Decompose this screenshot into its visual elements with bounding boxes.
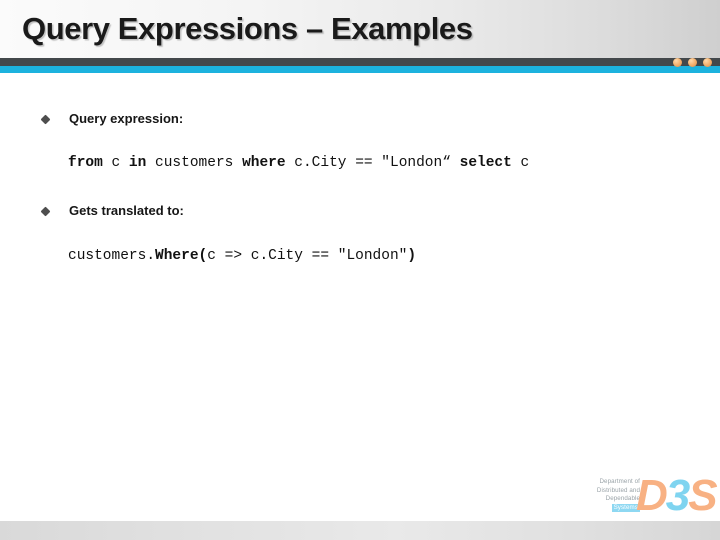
header-dot-1 (673, 57, 682, 67)
header-dot-3 (703, 57, 712, 67)
code-token: c => c.City == "London" (207, 248, 408, 264)
code-query-expression: from c in customers where c.City == "Lon… (68, 155, 529, 171)
header-dot-2 (688, 57, 697, 67)
bullet-marker-icon (40, 206, 51, 217)
logo-line-2: Distributed and (596, 486, 640, 494)
d3s-logo-mark: D3S (636, 471, 718, 520)
logo-line-3: Dependable (605, 495, 640, 503)
logo-mark-3: 3 (665, 471, 691, 520)
page-title: Query Expressions – Examples (22, 11, 473, 46)
logo-mark-s: S (688, 471, 717, 520)
slide-header: Query Expressions – Examples (0, 0, 720, 58)
header-accent-rule (0, 66, 720, 73)
code-token: c (111, 155, 121, 171)
bullet-marker-icon (40, 114, 51, 125)
d3s-logo: Department of Distributed and Dependable… (584, 474, 718, 522)
code-token: customers. (68, 248, 156, 264)
logo-line-1: Department of (599, 478, 640, 485)
header-dot-group (673, 57, 712, 67)
bullet-label: Gets translated to: (69, 203, 184, 218)
bullet-item-query-expression: Query expression: (40, 111, 184, 127)
code-token: in (128, 155, 147, 171)
bullet-label: Query expression: (69, 111, 184, 126)
code-token: select (459, 155, 512, 171)
footer-band (0, 521, 720, 540)
code-token: where (242, 155, 286, 171)
code-token: c (520, 155, 530, 171)
code-token: ) (407, 248, 417, 264)
logo-mark-d: D (636, 471, 668, 520)
code-token: customers (155, 155, 234, 171)
code-token: from (68, 155, 103, 171)
code-translated-expression: customers.Where(c => c.City == "London") (68, 248, 416, 264)
slide-body: Query expression: from c in customers wh… (0, 73, 720, 521)
d3s-logo-text: Department of Distributed and Dependable… (584, 478, 640, 513)
bullet-item-gets-translated: Gets translated to: (40, 203, 184, 219)
slide: Query Expressions – Examples Query expre… (0, 0, 720, 540)
code-token: c.City == "London“ (294, 155, 451, 171)
code-token: Where( (155, 248, 208, 264)
header-dark-rule (0, 58, 720, 66)
